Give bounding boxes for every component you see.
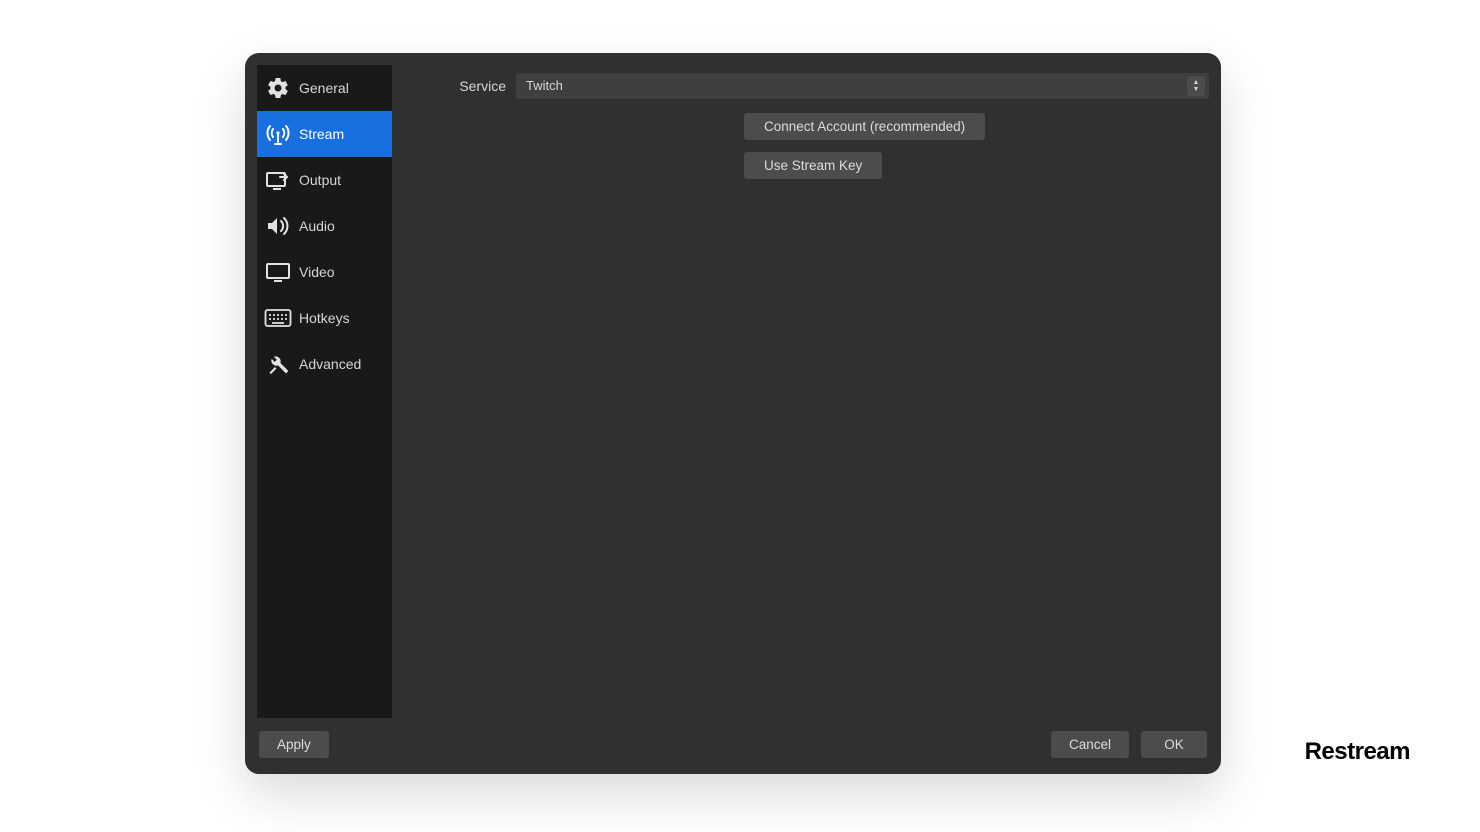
- use-stream-key-button[interactable]: Use Stream Key: [744, 152, 882, 179]
- sidebar-item-label: Video: [299, 264, 335, 280]
- service-label: Service: [404, 78, 516, 94]
- sidebar-item-audio[interactable]: Audio: [257, 203, 392, 249]
- watermark-brand: Restream: [1305, 738, 1410, 766]
- sidebar-item-stream[interactable]: Stream: [257, 111, 392, 157]
- sidebar-item-video[interactable]: Video: [257, 249, 392, 295]
- service-select[interactable]: Twitch: [516, 73, 1209, 99]
- keyboard-icon: [263, 303, 293, 333]
- monitor-icon: [263, 257, 293, 287]
- sidebar-item-output[interactable]: Output: [257, 157, 392, 203]
- output-icon: [263, 165, 293, 195]
- sidebar-item-label: Output: [299, 172, 341, 188]
- sidebar-item-advanced[interactable]: Advanced: [257, 341, 392, 387]
- sidebar-item-label: Hotkeys: [299, 310, 350, 326]
- connect-account-button[interactable]: Connect Account (recommended): [744, 113, 985, 140]
- sidebar-item-label: General: [299, 80, 349, 96]
- ok-button[interactable]: OK: [1141, 731, 1207, 758]
- tools-icon: [263, 349, 293, 379]
- gear-icon: [263, 73, 293, 103]
- sidebar-item-general[interactable]: General: [257, 65, 392, 111]
- broadcast-icon: [263, 119, 293, 149]
- sidebar-item-label: Advanced: [299, 356, 361, 372]
- dialog-footer: Apply Cancel OK: [245, 718, 1221, 774]
- sidebar-item-label: Audio: [299, 218, 335, 234]
- sidebar-item-hotkeys[interactable]: Hotkeys: [257, 295, 392, 341]
- speaker-icon: [263, 211, 293, 241]
- sidebar-item-label: Stream: [299, 126, 344, 142]
- settings-window: General Stream: [245, 53, 1221, 774]
- cancel-button[interactable]: Cancel: [1051, 731, 1129, 758]
- settings-sidebar: General Stream: [257, 65, 392, 718]
- stepper-icon[interactable]: ▲▼: [1187, 76, 1205, 96]
- apply-button[interactable]: Apply: [259, 731, 329, 758]
- settings-content: Service Twitch ▲▼ Connect Account (recom…: [392, 65, 1209, 718]
